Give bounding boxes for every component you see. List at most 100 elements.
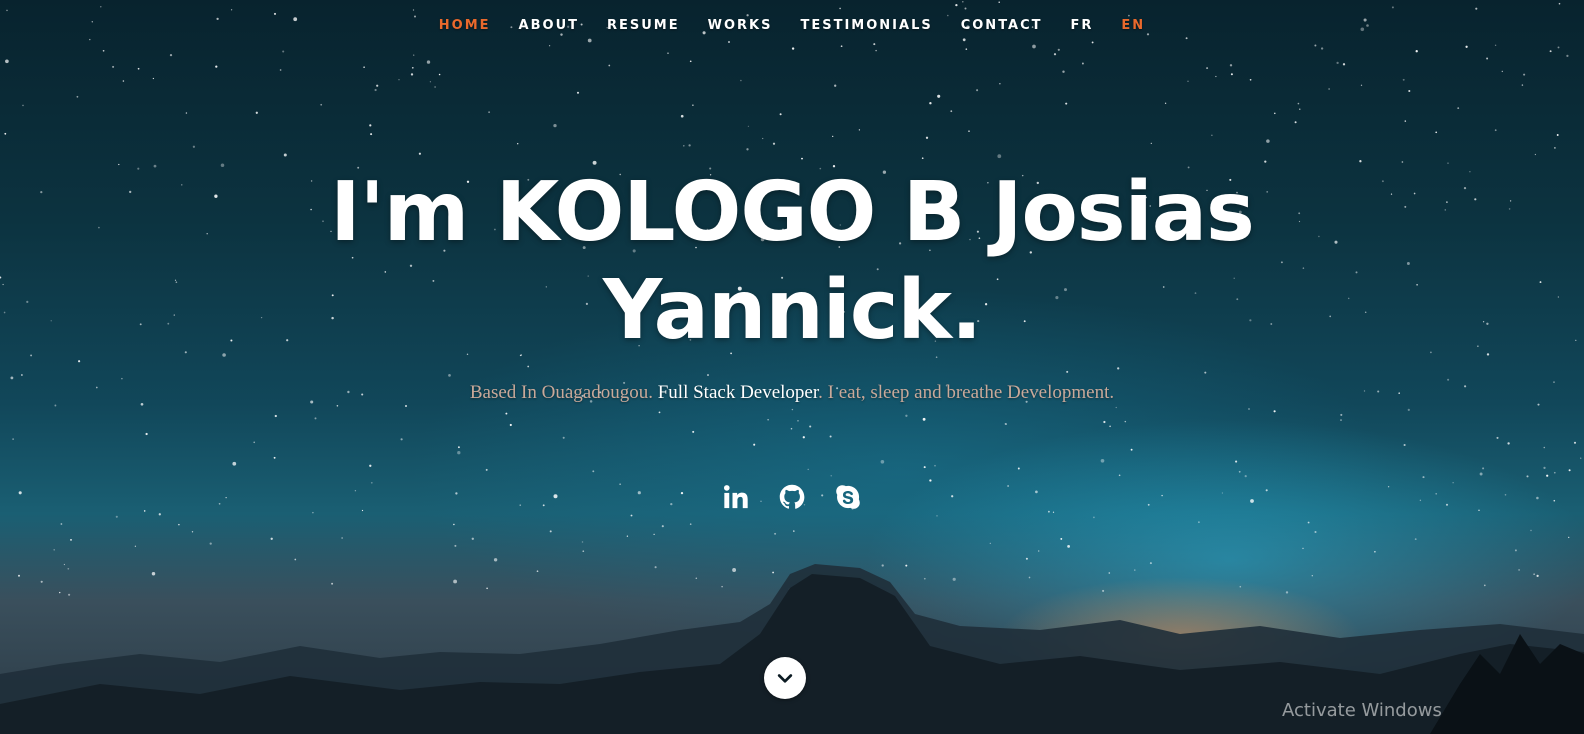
star (1402, 78, 1405, 81)
star (689, 60, 692, 63)
star (1249, 78, 1252, 81)
star (1187, 80, 1189, 82)
star (426, 60, 431, 64)
nav-works[interactable]: WORKS (706, 14, 775, 37)
star (801, 157, 803, 160)
star (1103, 420, 1106, 424)
star (1507, 442, 1510, 445)
star (100, 6, 102, 8)
activate-windows-watermark: Activate Windows (1282, 700, 1442, 721)
star (1004, 422, 1007, 425)
star (274, 414, 277, 418)
star (880, 460, 885, 464)
star (310, 400, 314, 404)
star (1093, 516, 1095, 519)
star (1065, 102, 1068, 105)
star (1206, 67, 1209, 70)
star (1032, 44, 1036, 49)
nav-contact[interactable]: CONTACT (959, 14, 1045, 37)
star (1557, 46, 1560, 49)
star (122, 80, 125, 82)
star (457, 451, 461, 455)
star (1336, 61, 1339, 65)
nav-lang-en[interactable]: EN (1119, 14, 1147, 37)
star (255, 111, 258, 114)
star (215, 65, 218, 68)
star (374, 88, 377, 92)
chevron-down-icon (777, 674, 793, 683)
star (4, 132, 7, 135)
nav-about[interactable]: ABOUT (517, 14, 581, 37)
star (1496, 436, 1499, 439)
star (1554, 147, 1556, 149)
hero-section: HOME ABOUT RESUME WORKS TESTIMONIALS CON… (0, 0, 1584, 734)
star (1391, 6, 1394, 9)
star (1556, 134, 1559, 136)
star (1580, 457, 1582, 459)
star (965, 48, 968, 50)
nav-testimonials[interactable]: TESTIMONIALS (798, 14, 934, 37)
star (1297, 102, 1300, 105)
star (1543, 466, 1546, 470)
nav-home[interactable]: HOME (437, 14, 493, 37)
star (1534, 153, 1537, 156)
star (312, 511, 314, 514)
star (1274, 112, 1276, 115)
star (658, 411, 661, 414)
star (76, 95, 79, 98)
star (1091, 41, 1094, 44)
star (140, 402, 144, 406)
star (1403, 443, 1406, 447)
social-links (0, 482, 1584, 512)
star (905, 414, 908, 417)
star (457, 446, 460, 449)
star (369, 124, 372, 127)
scroll-down-button[interactable] (764, 657, 806, 699)
star (279, 69, 282, 71)
star (95, 386, 98, 389)
star (517, 143, 519, 145)
star (779, 113, 782, 116)
star (576, 91, 580, 94)
star (54, 404, 57, 407)
skype-icon[interactable] (833, 482, 863, 512)
star (413, 54, 415, 56)
star (438, 73, 441, 76)
nav-lang-fr[interactable]: FR (1069, 14, 1096, 37)
star (1164, 102, 1167, 104)
star (1494, 44, 1497, 46)
star (10, 376, 14, 380)
star (363, 66, 365, 68)
star (376, 84, 379, 87)
star (1229, 64, 1233, 67)
star (1404, 120, 1407, 122)
star (680, 114, 684, 118)
star (1568, 469, 1571, 472)
star (1549, 50, 1552, 53)
star (1235, 460, 1238, 463)
star (762, 137, 764, 140)
star (1465, 45, 1468, 48)
star (1294, 121, 1297, 124)
star (230, 9, 233, 11)
linkedin-icon[interactable] (721, 482, 751, 512)
star (998, 1, 1000, 3)
star (1530, 529, 1532, 532)
star (1124, 420, 1127, 423)
nav-resume[interactable]: RESUME (605, 14, 682, 37)
github-icon[interactable] (777, 482, 807, 512)
star (1543, 446, 1546, 449)
star (418, 152, 421, 155)
star (950, 110, 953, 113)
star (1117, 367, 1120, 370)
star (797, 420, 799, 422)
subtitle-tagline: . I eat, sleep and breathe Development. (818, 382, 1115, 403)
star (5, 59, 9, 64)
star (832, 135, 834, 138)
star (976, 89, 979, 92)
star (1415, 50, 1418, 53)
star (1479, 472, 1483, 476)
star (1475, 7, 1478, 10)
star (152, 77, 155, 80)
star (772, 142, 776, 145)
